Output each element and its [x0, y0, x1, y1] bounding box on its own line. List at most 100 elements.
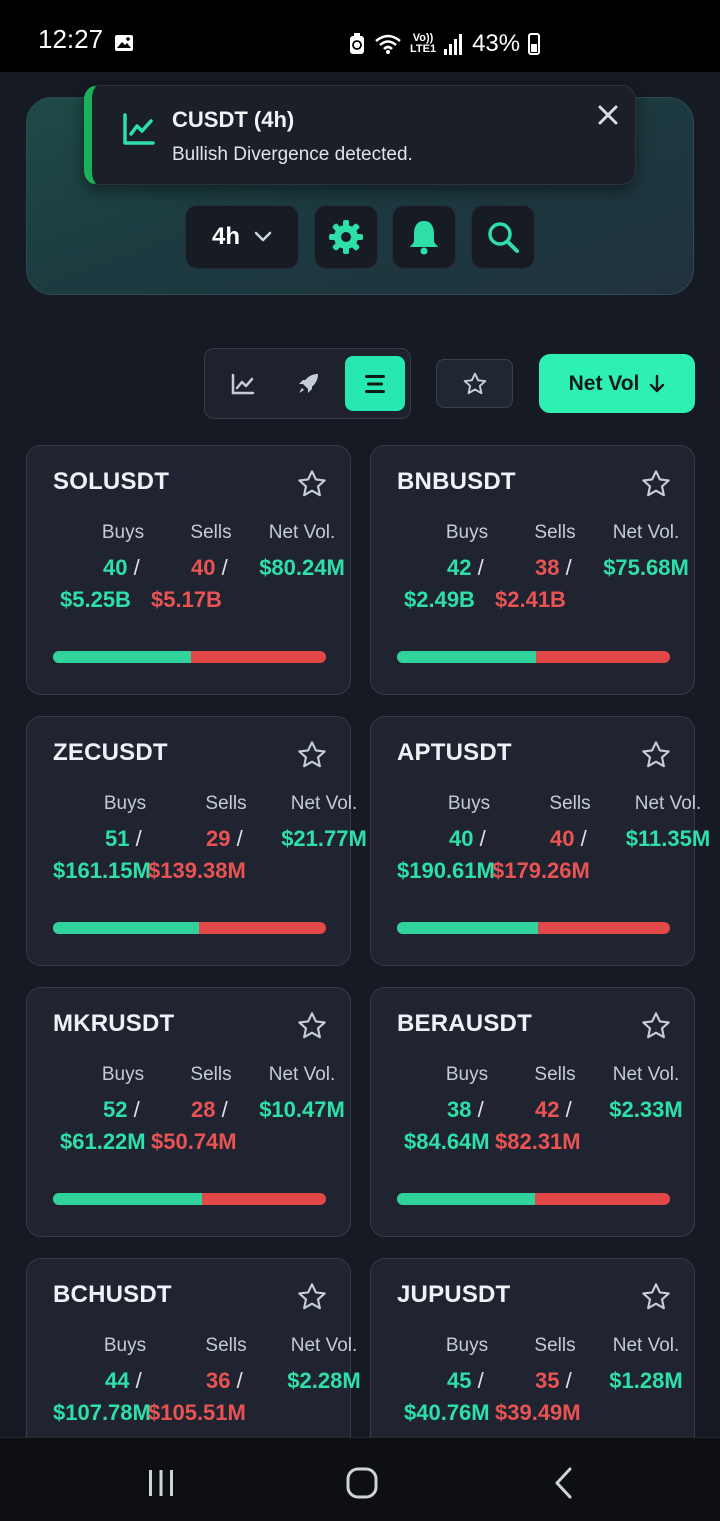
- sells-volume: $5.17B: [151, 587, 222, 612]
- alert-toast[interactable]: CUSDT (4h) Bullish Divergence detected.: [84, 85, 636, 185]
- pair-card[interactable]: BCHUSDT Buys Sells Net Vol. 44 /36 /$2.28M $1…: [26, 1258, 361, 1438]
- buys-label: Buys: [103, 1335, 147, 1356]
- gear-icon: [329, 220, 363, 254]
- net-volume: $2.28M: [287, 1368, 361, 1393]
- battery-icon: [528, 33, 541, 55]
- view-list-button[interactable]: [345, 356, 405, 411]
- sells-label: Sells: [190, 1064, 232, 1085]
- sells-count: 38: [535, 555, 560, 580]
- net-vol-label: Net Vol.: [612, 1064, 680, 1085]
- sells-volume: $39.49M: [495, 1400, 581, 1425]
- sells-label: Sells: [549, 793, 591, 814]
- pair-card[interactable]: BERAUSDT Buys Sells Net Vol. 38 /42 /$2.33M $…: [370, 987, 695, 1237]
- buy-ratio-fill: [397, 922, 538, 934]
- sells-label: Sells: [534, 1064, 576, 1085]
- close-icon[interactable]: [597, 104, 619, 126]
- star-icon[interactable]: [640, 468, 672, 500]
- recent-apps-icon[interactable]: [146, 1468, 176, 1498]
- sells-volume: $139.38M: [148, 858, 246, 883]
- net-volume: $10.47M: [259, 1097, 345, 1122]
- view-mode-group: [204, 348, 411, 419]
- sort-label: Net Vol: [568, 371, 640, 395]
- list-icon: [365, 374, 385, 393]
- pair-card[interactable]: APTUSDT Buys Sells Net Vol. 40 /40 /$11.35M $…: [370, 716, 710, 966]
- system-nav-bar: [0, 1437, 720, 1521]
- pair-symbol: MKRUSDT: [53, 1010, 175, 1037]
- sells-label: Sells: [534, 522, 576, 543]
- buy-ratio-fill: [53, 651, 191, 663]
- bell-icon: [410, 221, 438, 255]
- volte-indicator: Vo)) LTE1: [410, 32, 437, 55]
- favorites-filter-button[interactable]: [436, 359, 513, 408]
- buy-sell-ratio-bar: [397, 1193, 670, 1205]
- buys-label: Buys: [445, 1064, 489, 1085]
- pair-card[interactable]: MKRUSDT Buys Sells Net Vol. 52 /28 /$10.47M $…: [26, 987, 351, 1237]
- star-icon[interactable]: [640, 1010, 672, 1042]
- search-button[interactable]: [471, 205, 535, 269]
- net-vol-label: Net Vol.: [634, 793, 702, 814]
- pair-symbol: ZECUSDT: [53, 739, 168, 766]
- status-bar: 12:27 Vo)) LTE1 43%: [0, 0, 720, 72]
- sells-count: 42: [535, 1097, 560, 1122]
- clock: 12:27: [38, 24, 104, 54]
- pair-symbol: APTUSDT: [397, 739, 512, 766]
- sort-button[interactable]: Net Vol: [539, 354, 695, 413]
- pair-symbol: BNBUSDT: [397, 468, 516, 495]
- buys-label: Buys: [445, 522, 489, 543]
- buys-volume: $61.22M: [60, 1129, 146, 1154]
- sells-count: 28: [191, 1097, 216, 1122]
- buys-volume: $107.78M: [53, 1400, 151, 1425]
- buy-ratio-fill: [397, 651, 536, 663]
- star-icon[interactable]: [640, 1281, 672, 1313]
- buys-volume: $190.61M: [397, 858, 495, 883]
- buy-sell-ratio-bar: [53, 922, 326, 934]
- sells-count: 36: [206, 1368, 231, 1393]
- timeframe-dropdown[interactable]: 4h: [185, 205, 299, 269]
- pair-symbol: BCHUSDT: [53, 1281, 172, 1308]
- buy-ratio-fill: [53, 922, 200, 934]
- search-icon: [488, 222, 519, 253]
- settings-button[interactable]: [314, 205, 378, 269]
- rocket-icon: [299, 373, 318, 393]
- buys-label: Buys: [447, 793, 491, 814]
- star-icon[interactable]: [640, 739, 672, 771]
- chevron-down-icon: [254, 231, 272, 242]
- pair-card[interactable]: SOLUSDT Buys Sells Net Vol. 40 /40 /$80.24M $…: [26, 445, 351, 695]
- sells-volume: $50.74M: [151, 1129, 237, 1154]
- pair-card[interactable]: BNBUSDT Buys Sells Net Vol. 42 /38 /$75.68M $…: [370, 445, 695, 695]
- view-chart-button[interactable]: [213, 356, 273, 411]
- star-icon[interactable]: [296, 739, 328, 771]
- home-icon[interactable]: [345, 1466, 379, 1500]
- sells-count: 40: [550, 826, 575, 851]
- net-volume: $21.77M: [281, 826, 367, 851]
- chart-line-icon: [231, 373, 255, 394]
- arrow-down-icon: [650, 374, 665, 392]
- toast-message: Bullish Divergence detected.: [172, 144, 413, 165]
- star-icon[interactable]: [296, 1010, 328, 1042]
- net-vol-label: Net Vol.: [268, 1064, 336, 1085]
- view-rocket-button[interactable]: [278, 356, 338, 411]
- net-vol-label: Net Vol.: [612, 522, 680, 543]
- sells-volume: $2.41B: [495, 587, 566, 612]
- buys-label: Buys: [101, 522, 145, 543]
- star-icon[interactable]: [296, 468, 328, 500]
- net-vol-label: Net Vol.: [290, 1335, 358, 1356]
- net-volume: $1.28M: [609, 1368, 683, 1393]
- pair-card[interactable]: JUPUSDT Buys Sells Net Vol. 45 /35 /$1.28M $4…: [370, 1258, 695, 1438]
- buy-sell-ratio-bar: [397, 922, 670, 934]
- sells-label: Sells: [190, 522, 232, 543]
- pair-card[interactable]: ZECUSDT Buys Sells Net Vol. 51 /29 /$21.77M $…: [26, 716, 367, 966]
- wifi-icon: [375, 34, 401, 54]
- alerts-button[interactable]: [392, 205, 456, 269]
- buy-sell-ratio-bar: [53, 1193, 326, 1205]
- sells-label: Sells: [534, 1335, 576, 1356]
- recycle-notification-icon: [350, 33, 364, 54]
- gallery-notification-icon: [115, 35, 133, 51]
- net-volume: $75.68M: [603, 555, 689, 580]
- buys-count: 38: [447, 1097, 472, 1122]
- back-icon[interactable]: [552, 1466, 576, 1500]
- star-icon[interactable]: [296, 1281, 328, 1313]
- buys-count: 42: [447, 555, 472, 580]
- buys-count: 51: [105, 826, 130, 851]
- pair-symbol: BERAUSDT: [397, 1010, 532, 1037]
